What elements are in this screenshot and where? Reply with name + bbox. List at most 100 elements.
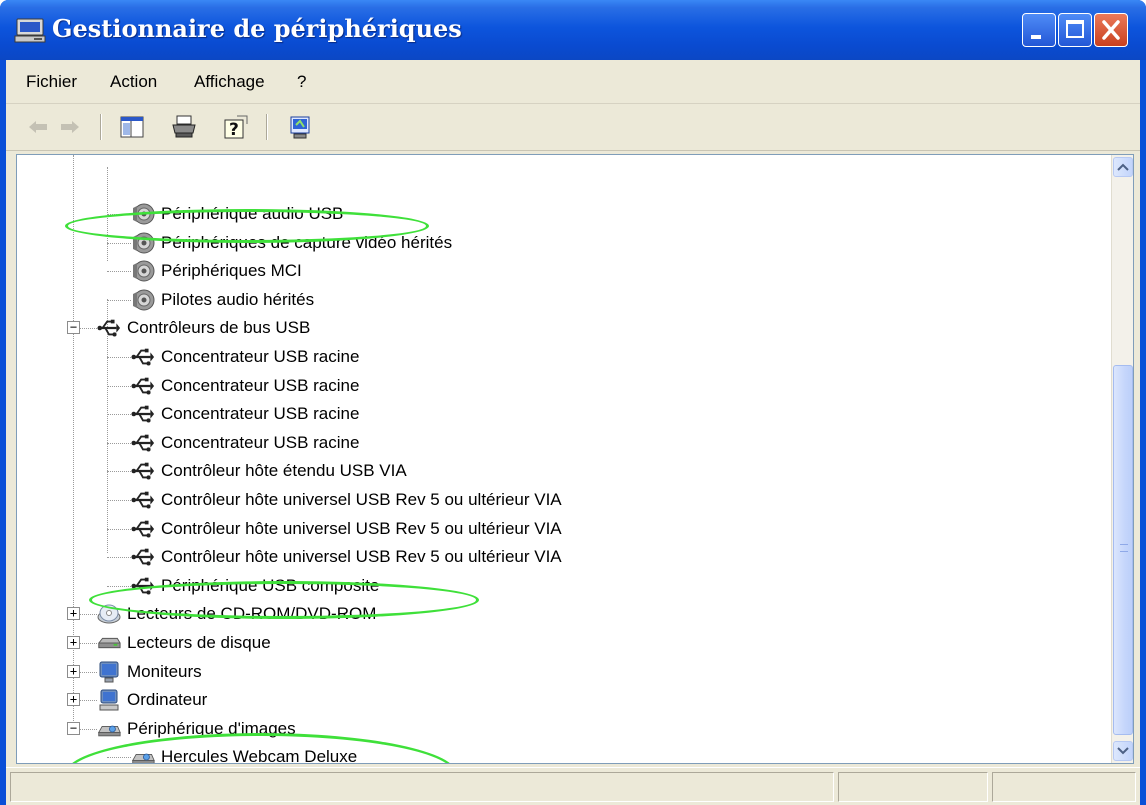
- tree-item-label: Périphériques MCI: [161, 261, 302, 280]
- collapse-icon[interactable]: −: [67, 321, 80, 334]
- tree-connector-line: [107, 500, 131, 501]
- status-bar: [6, 767, 1140, 805]
- menu-fichier[interactable]: Fichier: [26, 72, 77, 92]
- usb-icon: [97, 316, 121, 340]
- device-manager-window: Gestionnaire de périphériques Fichier Ac…: [0, 0, 1146, 805]
- cdrom-icon: [97, 602, 121, 626]
- tree-item[interactable]: Concentrateur USB racine: [131, 343, 359, 371]
- toolbar-separator: [266, 114, 268, 140]
- tree-item[interactable]: Lecteurs de CD-ROM/DVD-ROM: [97, 600, 376, 628]
- tree-item[interactable]: Hercules Webcam Deluxe: [131, 743, 358, 764]
- tree-connector-line: [107, 557, 131, 558]
- collapse-icon[interactable]: −: [67, 722, 80, 735]
- status-pane-secondary: [838, 772, 988, 802]
- tree-item[interactable]: Contrôleur hôte étendu USB VIA: [131, 457, 407, 485]
- tree-item[interactable]: Contrôleur hôte universel USB Rev 5 ou u…: [131, 515, 562, 543]
- maximize-button[interactable]: [1058, 13, 1092, 47]
- tree-item[interactable]: Contrôleur hôte universel USB Rev 5 ou u…: [131, 543, 562, 571]
- window-title: Gestionnaire de périphériques: [52, 14, 462, 43]
- tree-item-label: Concentrateur USB racine: [161, 376, 360, 395]
- back-button[interactable]: [22, 111, 54, 143]
- print-button[interactable]: [168, 111, 200, 143]
- title-bar[interactable]: Gestionnaire de périphériques: [0, 0, 1146, 60]
- expand-icon[interactable]: +: [67, 693, 80, 706]
- toolbar-separator: [100, 114, 102, 140]
- tree-item-label: Moniteurs: [127, 662, 202, 681]
- help-button[interactable]: ?: [220, 111, 252, 143]
- menu-action[interactable]: Action: [110, 72, 157, 92]
- forward-button[interactable]: [54, 111, 86, 143]
- tree-connector-line: [107, 414, 131, 415]
- tree-item-label: Concentrateur USB racine: [161, 347, 360, 366]
- properties-button[interactable]: [284, 111, 316, 143]
- tree-item[interactable]: Concentrateur USB racine: [131, 372, 359, 400]
- tree-connector-line: [107, 357, 131, 358]
- window-client-area: Fichier Action Affichage ? ? Périphériqu…: [6, 60, 1140, 805]
- tree-connector-line: [107, 243, 131, 244]
- back-arrow-icon: [29, 121, 47, 133]
- svg-text:?: ?: [229, 120, 239, 140]
- usb-icon: [131, 488, 155, 512]
- scrollbar-thumb[interactable]: [1113, 365, 1133, 735]
- properties-icon: [290, 116, 310, 139]
- tree-item[interactable]: Périphériques MCI: [131, 257, 302, 285]
- speaker-icon: [131, 288, 155, 312]
- usb-icon: [131, 459, 155, 483]
- tree-item-label: Périphérique USB composite: [161, 576, 380, 595]
- scroll-up-button[interactable]: [1113, 157, 1133, 177]
- usb-icon: [131, 374, 155, 398]
- usb-icon: [131, 574, 155, 598]
- tree-item[interactable]: Moniteurs: [97, 658, 202, 686]
- tree-connector-line: [107, 386, 131, 387]
- tree-connector-line: [107, 471, 131, 472]
- vertical-scrollbar[interactable]: [1111, 155, 1133, 763]
- expand-icon[interactable]: +: [67, 665, 80, 678]
- tree-item[interactable]: Périphérique USB composite: [131, 572, 379, 600]
- tree-item[interactable]: Périphérique audio USB: [131, 200, 343, 228]
- menu-help[interactable]: ?: [297, 72, 306, 92]
- speaker-icon: [131, 259, 155, 283]
- minimize-button[interactable]: [1022, 13, 1056, 47]
- tree-connector-line: [107, 757, 131, 758]
- tree-item[interactable]: Pilotes audio hérités: [131, 286, 314, 314]
- tree-connector-line: [107, 443, 131, 444]
- usb-icon: [131, 517, 155, 541]
- tree-item-label: Contrôleur hôte universel USB Rev 5 ou u…: [161, 519, 562, 538]
- menu-affichage[interactable]: Affichage: [194, 72, 265, 92]
- tree-item[interactable]: Périphériques de capture vidéo hérités: [131, 229, 452, 257]
- usb-icon: [131, 545, 155, 569]
- device-manager-icon: [14, 18, 46, 43]
- device-tree: Périphérique audio USB Périphériques de c…: [16, 154, 1134, 764]
- show-hide-console-tree-button[interactable]: [116, 111, 148, 143]
- tree-item[interactable]: Contrôleur hôte universel USB Rev 5 ou u…: [131, 486, 562, 514]
- tree-item[interactable]: Contrôleurs de bus USB: [97, 314, 310, 342]
- tree-item-label: Hercules Webcam Deluxe: [161, 747, 358, 764]
- tree-item-label: Concentrateur USB racine: [161, 433, 360, 452]
- menu-bar: Fichier Action Affichage ?: [6, 60, 1140, 104]
- tree-item-label: Pilotes audio hérités: [161, 290, 315, 309]
- tree-connector-line: [107, 214, 131, 215]
- tree-item[interactable]: Lecteurs de disque: [97, 629, 271, 657]
- scroll-down-button[interactable]: [1113, 741, 1133, 761]
- close-button[interactable]: [1094, 13, 1128, 47]
- close-icon: [1102, 20, 1120, 40]
- chevron-up-icon: [1117, 163, 1129, 171]
- usb-icon: [131, 402, 155, 426]
- tree-item-label: Contrôleurs de bus USB: [127, 318, 311, 337]
- tree-item-label: Contrôleur hôte étendu USB VIA: [161, 461, 407, 480]
- webcam-icon: [131, 745, 155, 763]
- tree-connector-line: [107, 529, 131, 530]
- tree-item-label: Contrôleur hôte universel USB Rev 5 ou u…: [161, 547, 562, 566]
- tree-item-label: Lecteurs de disque: [127, 633, 271, 652]
- tree-connector-line: [107, 300, 131, 301]
- expand-icon[interactable]: +: [67, 636, 80, 649]
- imaging-device-icon: [97, 717, 121, 741]
- tree-item-label: Ordinateur: [127, 690, 208, 709]
- tree-item[interactable]: Ordinateur: [97, 686, 207, 714]
- tree-item[interactable]: Concentrateur USB racine: [131, 400, 359, 428]
- forward-arrow-icon: [61, 121, 79, 133]
- tree-item[interactable]: Périphérique d'images: [97, 715, 296, 743]
- tree-item[interactable]: Concentrateur USB racine: [131, 429, 359, 457]
- expand-icon[interactable]: +: [67, 607, 80, 620]
- status-pane-tertiary: [992, 772, 1136, 802]
